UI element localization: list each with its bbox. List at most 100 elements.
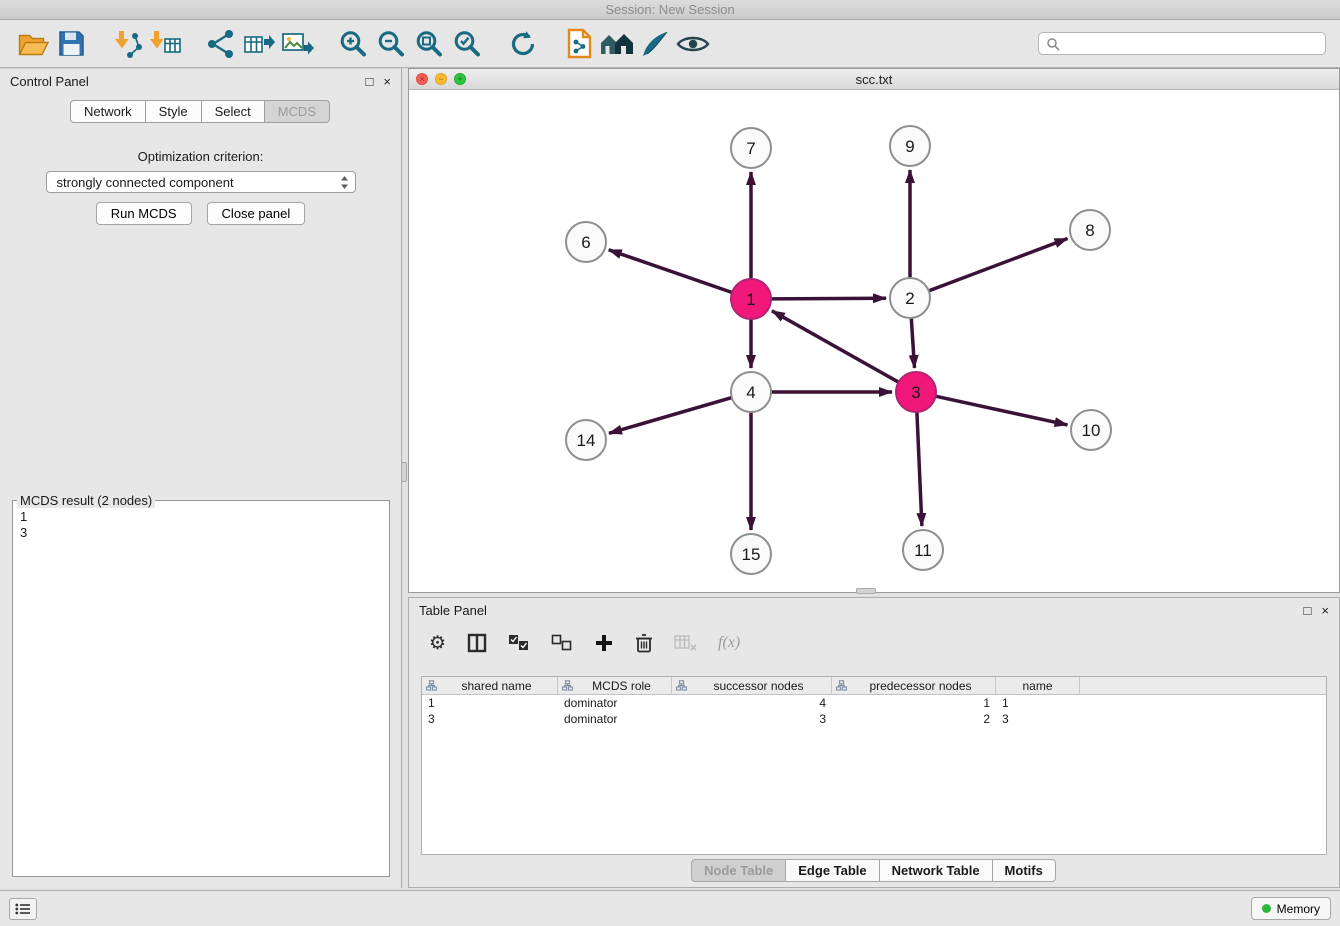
network-graph[interactable]: 7 9 6 8 1 2 4 3 14 10 15 11 <box>409 90 1339 592</box>
tab-network-table[interactable]: Network Table <box>879 859 993 882</box>
cell-name[interactable]: 1 <box>996 695 1080 711</box>
cell-shared-name[interactable]: 1 <box>422 695 558 711</box>
zoom-in-button[interactable] <box>334 24 372 64</box>
node-table: shared name MCDS role <box>421 676 1327 855</box>
table-toolbar: ⚙ <box>409 622 1339 664</box>
graph-node-3[interactable]: 3 <box>896 372 936 412</box>
new-network-button[interactable] <box>202 24 240 64</box>
create-column-button[interactable] <box>594 633 614 653</box>
graph-edge-2-3[interactable] <box>911 318 914 368</box>
main-toolbar <box>0 20 1340 68</box>
refresh-view-button[interactable] <box>504 24 542 64</box>
window-zoom-button[interactable]: + <box>454 73 466 85</box>
cell-mcds-role[interactable]: dominator <box>558 695 672 711</box>
tab-mcds[interactable]: MCDS <box>264 100 330 123</box>
float-table-panel-icon[interactable]: □ <box>1304 604 1312 617</box>
export-table-button[interactable] <box>240 24 278 64</box>
graph-node-6[interactable]: 6 <box>566 222 606 262</box>
toggle-columns-button[interactable] <box>467 633 487 653</box>
column-header-mcds-role[interactable]: MCDS role <box>558 677 672 694</box>
close-table-panel-icon[interactable]: × <box>1321 604 1329 617</box>
graph-edge-3-1[interactable] <box>772 311 899 382</box>
search-box[interactable] <box>1038 32 1326 55</box>
graph-node-8[interactable]: 8 <box>1070 210 1110 250</box>
import-table-button[interactable] <box>146 24 184 64</box>
save-session-button[interactable] <box>52 24 90 64</box>
cell-shared-name[interactable]: 3 <box>422 711 558 727</box>
table-row[interactable]: 3 dominator 3 2 3 <box>422 711 1326 727</box>
graph-node-1[interactable]: 1 <box>731 279 771 319</box>
tab-edge-table[interactable]: Edge Table <box>785 859 879 882</box>
svg-text:3: 3 <box>911 383 920 402</box>
graph-node-9[interactable]: 9 <box>890 126 930 166</box>
close-icon: × <box>419 75 424 84</box>
cell-successor-nodes[interactable]: 3 <box>672 711 832 727</box>
close-panel-button[interactable]: Close panel <box>207 202 306 225</box>
column-header-predecessor-nodes[interactable]: predecessor nodes <box>832 677 996 694</box>
network-home-button[interactable] <box>598 24 636 64</box>
vertical-splitter-handle[interactable] <box>401 462 407 482</box>
cell-predecessor-nodes[interactable]: 1 <box>832 695 996 711</box>
window-close-button[interactable]: × <box>416 73 428 85</box>
svg-text:4: 4 <box>746 383 755 402</box>
graph-node-11[interactable]: 11 <box>903 530 943 570</box>
graph-node-4[interactable]: 4 <box>731 372 771 412</box>
search-input[interactable] <box>1065 37 1318 51</box>
import-network-button[interactable] <box>108 24 146 64</box>
float-panel-icon[interactable]: □ <box>366 75 374 88</box>
export-table-icon <box>243 30 276 58</box>
deselect-all-rows-button[interactable] <box>551 634 573 652</box>
show-graphics-details-button[interactable] <box>674 24 712 64</box>
open-session-button[interactable] <box>14 24 52 64</box>
mcds-result-list[interactable]: 1 3 <box>13 508 389 876</box>
cell-predecessor-nodes[interactable]: 2 <box>832 711 996 727</box>
column-header-shared-name[interactable]: shared name <box>422 677 558 694</box>
table-row[interactable]: 1 dominator 4 1 1 <box>422 695 1326 711</box>
list-icon <box>15 903 31 915</box>
graph-edge-1-2[interactable] <box>771 298 886 299</box>
zoom-fit-content-button[interactable] <box>410 24 448 64</box>
graph-node-15[interactable]: 15 <box>731 534 771 574</box>
network-canvas[interactable]: 7 9 6 8 1 2 4 3 14 10 15 11 <box>409 90 1339 592</box>
graph-edge-1-6[interactable] <box>609 250 732 293</box>
tab-style[interactable]: Style <box>145 100 202 123</box>
close-panel-icon[interactable]: × <box>383 75 391 88</box>
zoom-out-button[interactable] <box>372 24 410 64</box>
style-brush-icon <box>640 29 670 59</box>
export-image-button[interactable] <box>278 24 316 64</box>
graph-node-10[interactable]: 10 <box>1071 410 1111 450</box>
graph-node-14[interactable]: 14 <box>566 420 606 460</box>
table-settings-button[interactable]: ⚙ <box>429 634 446 653</box>
cell-successor-nodes[interactable]: 4 <box>672 695 832 711</box>
memory-button[interactable]: Memory <box>1251 897 1331 920</box>
cell-mcds-role[interactable]: dominator <box>558 711 672 727</box>
graph-node-7[interactable]: 7 <box>731 128 771 168</box>
table-panel: Table Panel □ × ⚙ <box>408 597 1340 888</box>
horizontal-splitter-handle[interactable] <box>856 588 876 594</box>
graph-edge-3-10[interactable] <box>936 396 1068 425</box>
tab-network[interactable]: Network <box>70 100 146 123</box>
graph-edge-3-11[interactable] <box>917 412 922 526</box>
run-mcds-button[interactable]: Run MCDS <box>96 202 192 225</box>
cell-name[interactable]: 3 <box>996 711 1080 727</box>
window-minimize-button[interactable]: − <box>435 73 447 85</box>
tab-node-table[interactable]: Node Table <box>691 859 786 882</box>
graph-edge-2-8[interactable] <box>929 239 1068 291</box>
tab-select[interactable]: Select <box>201 100 265 123</box>
task-history-button[interactable] <box>9 898 37 920</box>
graph-edge-4-14[interactable] <box>609 398 732 434</box>
zoom-selected-region-button[interactable] <box>448 24 486 64</box>
export-image-icon <box>281 30 314 58</box>
column-header-name[interactable]: name <box>996 677 1080 694</box>
style-brush-button[interactable] <box>636 24 674 64</box>
function-builder-button: f(x) <box>718 634 740 652</box>
svg-text:11: 11 <box>914 541 932 560</box>
graph-node-2[interactable]: 2 <box>890 278 930 318</box>
save-floppy-icon <box>58 30 85 57</box>
optimization-criterion-select[interactable]: strongly connected component <box>46 171 356 193</box>
column-header-successor-nodes[interactable]: successor nodes <box>672 677 832 694</box>
tab-motifs[interactable]: Motifs <box>992 859 1056 882</box>
session-document-button[interactable] <box>560 24 598 64</box>
select-all-rows-button[interactable] <box>508 634 530 652</box>
delete-column-button[interactable] <box>635 633 653 654</box>
